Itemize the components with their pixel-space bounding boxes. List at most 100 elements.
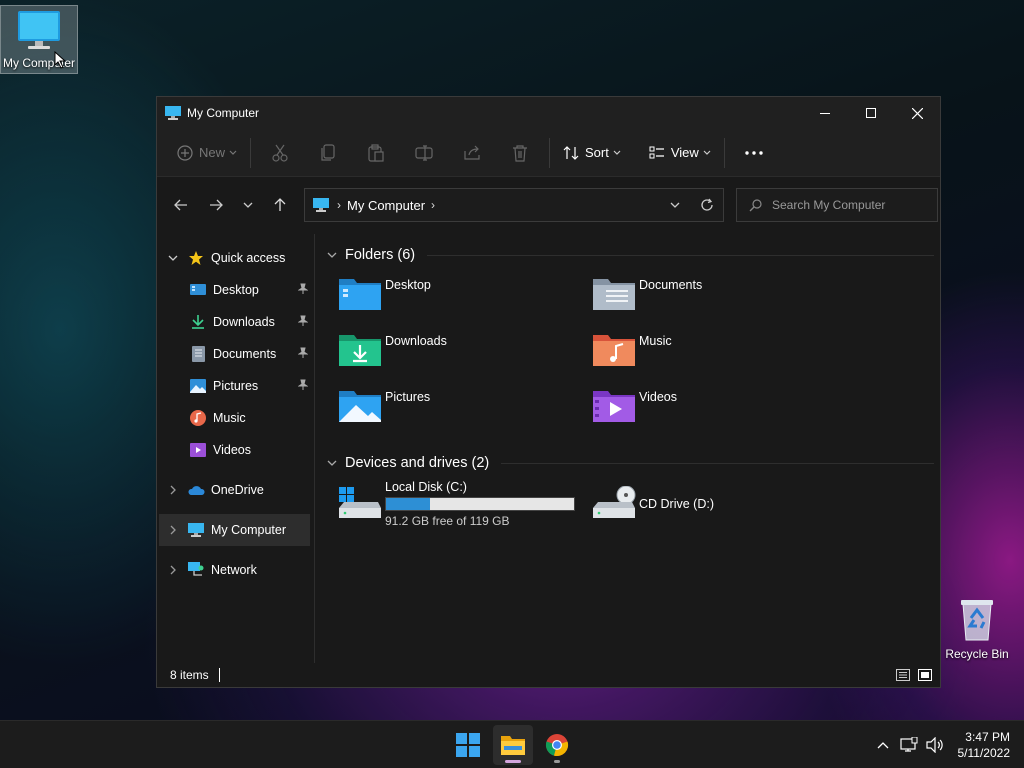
folder-tile-music[interactable]: Music [589, 324, 843, 380]
sidebar-item-documents[interactable]: Documents [157, 338, 314, 370]
more-options-button[interactable] [730, 137, 778, 169]
close-button[interactable] [894, 97, 940, 129]
details-view-icon [896, 669, 910, 681]
mouse-cursor-icon [54, 51, 66, 69]
file-explorer-window: My Computer New Sort View › My Computer … [156, 96, 941, 688]
sidebar-item-music[interactable]: Music [157, 402, 314, 434]
drive-local-disk-c[interactable]: Local Disk (C:) 91.2 GB free of 119 GB [335, 476, 589, 532]
back-button[interactable] [165, 189, 197, 221]
sidebar-item-label: OneDrive [211, 483, 264, 497]
new-button-label: New [199, 145, 226, 160]
share-button[interactable] [448, 137, 496, 169]
chevron-down-icon[interactable] [325, 252, 339, 258]
chevron-right-icon[interactable] [161, 485, 185, 495]
folder-tile-desktop[interactable]: Desktop [335, 268, 589, 324]
delete-button[interactable] [496, 137, 544, 169]
taskbar-file-explorer[interactable] [493, 725, 533, 765]
video-icon [187, 443, 209, 457]
search-input[interactable]: Search My Computer [736, 188, 938, 222]
sidebar-item-network[interactable]: Network [157, 554, 314, 586]
up-button[interactable] [264, 189, 296, 221]
start-button[interactable] [448, 725, 488, 765]
ellipsis-icon [745, 150, 763, 155]
sidebar-item-label: Music [213, 411, 246, 425]
status-bar: 8 items [157, 663, 940, 687]
large-icons-view-button[interactable] [914, 666, 936, 684]
scissors-icon [272, 144, 288, 162]
arrow-right-icon [210, 199, 223, 211]
sidebar-item-my-computer[interactable]: My Computer [159, 514, 310, 546]
show-hidden-icons-button[interactable] [870, 741, 896, 749]
title-bar[interactable]: My Computer [157, 97, 940, 129]
address-bar[interactable]: › My Computer › [304, 188, 724, 222]
folder-tile-downloads[interactable]: Downloads [335, 324, 589, 380]
folders-section-header[interactable]: Folders (6) [323, 242, 940, 268]
refresh-button[interactable] [691, 189, 723, 221]
chevron-down-icon[interactable] [325, 460, 339, 466]
sort-icon [563, 145, 579, 160]
drive-name: Local Disk (C:) [385, 480, 467, 494]
network-status-button[interactable] [896, 737, 922, 753]
taskbar-chrome[interactable] [537, 725, 577, 765]
folder-name: Music [639, 334, 672, 348]
sidebar-item-label: Network [211, 563, 257, 577]
chevron-right-icon[interactable] [161, 525, 185, 535]
maximize-button[interactable] [848, 97, 894, 129]
folder-tile-videos[interactable]: Videos [589, 380, 843, 436]
sidebar-item-label: Quick access [211, 251, 286, 265]
chevron-right-icon[interactable]: › [431, 198, 435, 212]
documents-folder-icon [589, 272, 639, 314]
cut-button[interactable] [256, 137, 304, 169]
drive-cd-d[interactable]: CD Drive (D:) [589, 476, 843, 532]
volume-button[interactable] [922, 737, 948, 753]
new-button[interactable]: New [169, 137, 245, 169]
chevron-right-icon[interactable] [161, 565, 185, 575]
pin-icon [297, 347, 309, 362]
folders-section-title: Folders (6) [345, 247, 416, 263]
file-explorer-icon [501, 736, 525, 755]
folder-tile-documents[interactable]: Documents [589, 268, 843, 324]
sidebar-item-videos[interactable]: Videos [157, 434, 314, 466]
paste-button[interactable] [352, 137, 400, 169]
minimize-button[interactable] [802, 97, 848, 129]
share-icon [464, 145, 480, 160]
rename-button[interactable] [400, 137, 448, 169]
star-icon [185, 250, 207, 266]
drives-section-title: Devices and drives (2) [345, 455, 490, 471]
clock[interactable]: 3:47 PM 5/11/2022 [958, 729, 1011, 761]
breadcrumb-my-computer[interactable]: My Computer [347, 198, 425, 213]
sidebar-item-downloads[interactable]: Downloads [157, 306, 314, 338]
recent-locations-button[interactable] [232, 189, 264, 221]
pin-icon [297, 283, 309, 298]
pin-icon [297, 315, 309, 330]
command-bar: New Sort View [157, 129, 940, 177]
chevron-down-icon [243, 202, 253, 208]
sidebar-item-desktop[interactable]: Desktop [157, 274, 314, 306]
address-history-button[interactable] [659, 189, 691, 221]
music-icon [187, 410, 209, 426]
sidebar-item-label: My Computer [211, 523, 287, 537]
view-button[interactable]: View [641, 137, 719, 169]
sidebar-item-quick-access[interactable]: Quick access [157, 242, 314, 274]
chevron-down-icon [613, 150, 621, 155]
forward-button[interactable] [200, 189, 232, 221]
music-folder-icon [589, 328, 639, 370]
network-icon [185, 562, 207, 578]
pin-icon [297, 379, 309, 394]
desktop-my-computer-icon[interactable]: My Computer [0, 5, 78, 74]
desktop-recycle-bin-icon[interactable]: Recycle Bin [938, 596, 1016, 662]
sidebar-item-label: Downloads [213, 315, 275, 329]
drives-section-header[interactable]: Devices and drives (2) [323, 450, 940, 476]
drive-free-space: 91.2 GB free of 119 GB [385, 514, 510, 528]
copy-button[interactable] [304, 137, 352, 169]
sidebar-item-pictures[interactable]: Pictures [157, 370, 314, 402]
chevron-down-icon [670, 202, 680, 208]
sidebar-item-onedrive[interactable]: OneDrive [157, 474, 314, 506]
chevron-down-icon[interactable] [161, 255, 185, 261]
folder-tile-pictures[interactable]: Pictures [335, 380, 589, 436]
sort-button[interactable]: Sort [555, 137, 629, 169]
drive-name: CD Drive (D:) [639, 497, 714, 511]
drive-usage-bar [385, 497, 575, 511]
details-view-button[interactable] [892, 666, 914, 684]
chevron-down-icon [229, 150, 237, 155]
